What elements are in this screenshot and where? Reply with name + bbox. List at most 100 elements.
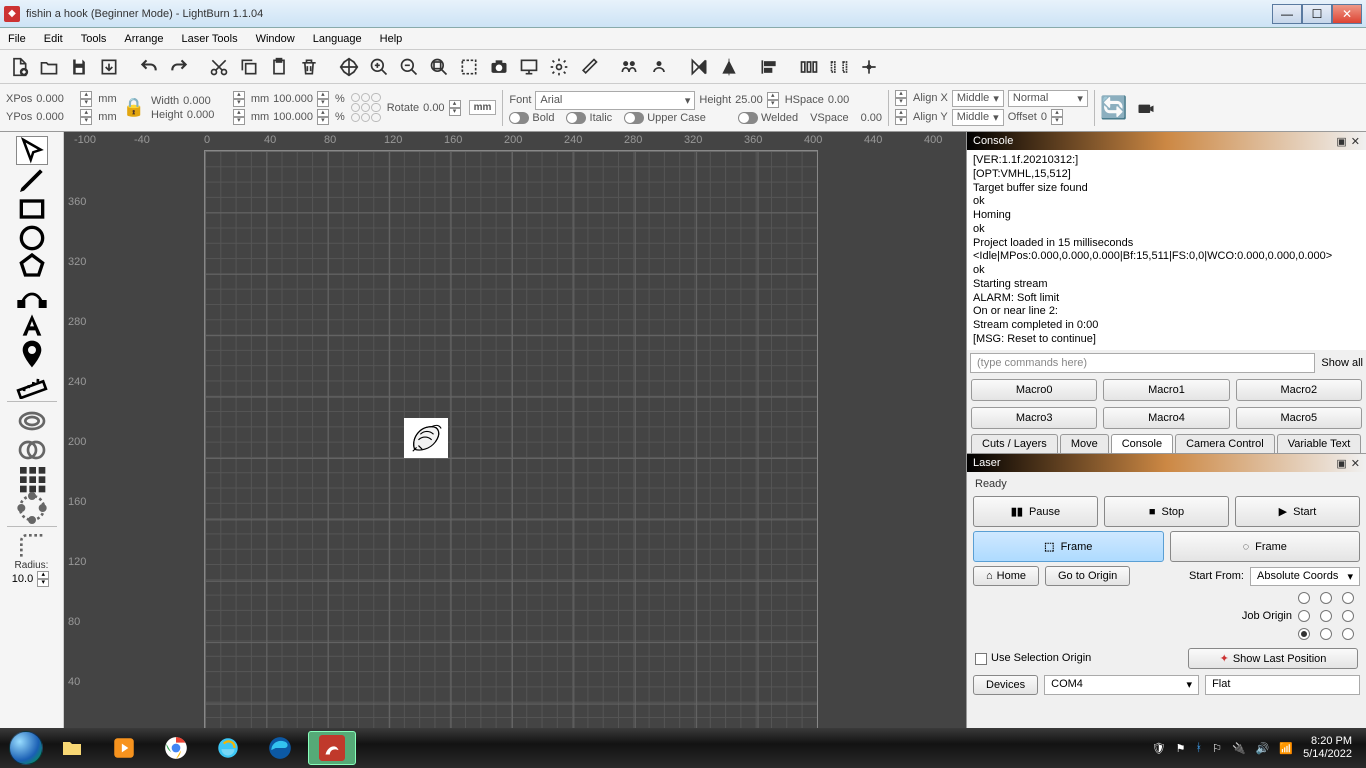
flip-v-icon[interactable] bbox=[716, 54, 742, 80]
tools-icon[interactable] bbox=[576, 54, 602, 80]
zoom-out-icon[interactable] bbox=[396, 54, 422, 80]
radius-tool[interactable] bbox=[16, 531, 48, 560]
tab-camera-control[interactable]: Camera Control bbox=[1175, 434, 1275, 453]
laser-undock-icon[interactable]: ▣ bbox=[1336, 457, 1346, 470]
style-select[interactable]: Normal▾ bbox=[1008, 90, 1088, 107]
cut-icon[interactable] bbox=[206, 54, 232, 80]
xpos-value[interactable]: 0.000 bbox=[36, 93, 76, 105]
tray-volume-icon[interactable]: 🔊 bbox=[1256, 742, 1270, 755]
edit-nodes-tool[interactable] bbox=[16, 281, 48, 310]
maximize-button[interactable]: ☐ bbox=[1302, 4, 1332, 24]
paste-icon[interactable] bbox=[266, 54, 292, 80]
vspace[interactable]: 0.00 bbox=[861, 112, 882, 124]
preview-icon[interactable]: 🔄 bbox=[1101, 95, 1127, 121]
tab-console[interactable]: Console bbox=[1111, 434, 1173, 453]
taskbar-clock[interactable]: 8:20 PM 5/14/2022 bbox=[1303, 735, 1352, 761]
select-tool[interactable] bbox=[16, 136, 48, 165]
zoom-in-icon[interactable] bbox=[366, 54, 392, 80]
ungroup-icon[interactable] bbox=[646, 54, 672, 80]
text-tool[interactable] bbox=[16, 310, 48, 339]
use-selection-origin[interactable]: Use Selection Origin bbox=[975, 652, 1091, 664]
pan-icon[interactable] bbox=[336, 54, 362, 80]
xpos-spinner[interactable]: ▴▾ bbox=[80, 91, 94, 107]
draw-tool[interactable] bbox=[16, 165, 48, 194]
tray-bluetooth-icon[interactable]: ᚼ bbox=[1195, 742, 1202, 754]
tab-move[interactable]: Move bbox=[1060, 434, 1109, 453]
close-button[interactable]: ✕ bbox=[1332, 4, 1362, 24]
monitor-icon[interactable] bbox=[516, 54, 542, 80]
welded-toggle[interactable] bbox=[738, 112, 758, 124]
height-value[interactable]: 0.000 bbox=[187, 109, 227, 121]
distribute-h-icon[interactable] bbox=[796, 54, 822, 80]
menu-arrange[interactable]: Arrange bbox=[124, 33, 163, 45]
uppercase-toggle[interactable] bbox=[624, 112, 644, 124]
start-button[interactable] bbox=[6, 728, 46, 768]
console-undock-icon[interactable]: ▣ bbox=[1336, 135, 1346, 148]
macro1-button[interactable]: Macro1 bbox=[1103, 379, 1229, 401]
canvas[interactable]: -100 -40 0 40 80 120 160 200 240 280 320… bbox=[64, 132, 966, 728]
delete-icon[interactable] bbox=[296, 54, 322, 80]
job-origin-grid[interactable] bbox=[1298, 592, 1358, 640]
align-left-icon[interactable] bbox=[756, 54, 782, 80]
taskbar-media-icon[interactable] bbox=[100, 731, 148, 765]
menu-help[interactable]: Help bbox=[380, 33, 403, 45]
start-button[interactable]: ▶Start bbox=[1235, 496, 1360, 527]
unit-selector[interactable]: mm bbox=[469, 100, 497, 115]
macro3-button[interactable]: Macro3 bbox=[971, 407, 1097, 429]
camera-icon[interactable] bbox=[486, 54, 512, 80]
save-icon[interactable] bbox=[66, 54, 92, 80]
zoom-frame-icon[interactable] bbox=[426, 54, 452, 80]
ypos-value[interactable]: 0.000 bbox=[36, 111, 76, 123]
open-file-icon[interactable] bbox=[36, 54, 62, 80]
taskbar-explorer-icon[interactable] bbox=[48, 731, 96, 765]
macro2-button[interactable]: Macro2 bbox=[1236, 379, 1362, 401]
frame-rubber-button[interactable]: ◌Frame bbox=[1170, 531, 1361, 562]
tray-flag-icon[interactable]: ⚑ bbox=[1176, 742, 1186, 755]
menu-laser-tools[interactable]: Laser Tools bbox=[182, 33, 238, 45]
tray-power-icon[interactable]: 🔌 bbox=[1232, 742, 1246, 755]
camera-capture-icon[interactable] bbox=[1133, 95, 1159, 121]
rotate-value[interactable]: 0.00 bbox=[423, 102, 444, 114]
pause-button[interactable]: ▮▮Pause bbox=[973, 496, 1098, 527]
redo-icon[interactable] bbox=[166, 54, 192, 80]
distribute-v-icon[interactable] bbox=[826, 54, 852, 80]
ypos-spinner[interactable]: ▴▾ bbox=[80, 109, 94, 125]
tab-cuts-layers[interactable]: Cuts / Layers bbox=[971, 434, 1058, 453]
offset[interactable]: 0 bbox=[1041, 111, 1047, 123]
tray-shield-icon[interactable]: 🛡 bbox=[1152, 742, 1166, 755]
menu-language[interactable]: Language bbox=[313, 33, 362, 45]
show-all-link[interactable]: Show all bbox=[1321, 357, 1363, 369]
taskbar-chrome-icon[interactable] bbox=[152, 731, 200, 765]
bold-toggle[interactable] bbox=[509, 112, 529, 124]
lock-icon[interactable]: 🔒 bbox=[123, 97, 145, 118]
port-select[interactable]: COM4▾ bbox=[1044, 675, 1199, 695]
taskbar-edge-icon[interactable] bbox=[256, 731, 304, 765]
flat-select[interactable]: Flat bbox=[1205, 675, 1360, 695]
home-button[interactable]: ⌂Home bbox=[973, 566, 1039, 586]
minimize-button[interactable]: — bbox=[1272, 4, 1302, 24]
menu-edit[interactable]: Edit bbox=[44, 33, 63, 45]
alignx-select[interactable]: Middle▾ bbox=[952, 90, 1004, 107]
hspace[interactable]: 0.00 bbox=[828, 94, 849, 106]
offset-tool[interactable] bbox=[16, 406, 48, 435]
italic-toggle[interactable] bbox=[566, 112, 586, 124]
scale-h[interactable]: 100.000 bbox=[273, 111, 313, 123]
startfrom-select[interactable]: Absolute Coords▾ bbox=[1250, 567, 1360, 586]
design-object[interactable] bbox=[404, 418, 448, 458]
menu-file[interactable]: File bbox=[8, 33, 26, 45]
anchor-grid-icon[interactable] bbox=[351, 93, 381, 123]
scale-w[interactable]: 100.000 bbox=[273, 93, 313, 105]
font-height[interactable]: 25.00 bbox=[735, 94, 763, 106]
tray-action-icon[interactable]: ⚐ bbox=[1212, 742, 1222, 755]
aligny-select[interactable]: Middle▾ bbox=[952, 109, 1004, 126]
workarea[interactable] bbox=[94, 150, 966, 728]
polygon-tool[interactable] bbox=[16, 252, 48, 281]
measure-tool[interactable] bbox=[16, 368, 48, 397]
copy-icon[interactable] bbox=[236, 54, 262, 80]
tab-variable-text[interactable]: Variable Text bbox=[1277, 434, 1362, 453]
frame-rect-button[interactable]: ⬚Frame bbox=[973, 531, 1164, 562]
rectangle-tool[interactable] bbox=[16, 194, 48, 223]
ellipse-tool[interactable] bbox=[16, 223, 48, 252]
width-value[interactable]: 0.000 bbox=[183, 95, 223, 107]
marker-tool[interactable] bbox=[16, 339, 48, 368]
